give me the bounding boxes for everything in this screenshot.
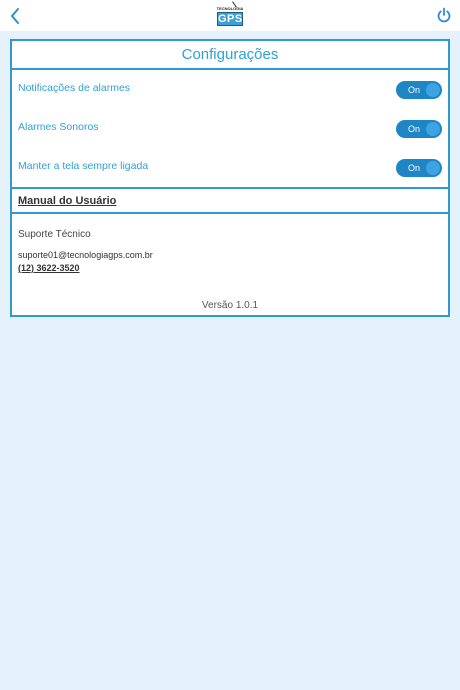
setting-row-keep-screen-on: Manter a tela sempre ligada On (12, 148, 448, 188)
app-logo: TECNOLOGIA GPS (216, 1, 244, 27)
toggle-knob (426, 161, 440, 175)
toggle-knob (426, 122, 440, 136)
setting-row-notifications: Notificações de alarmes On (12, 70, 448, 110)
app-version: Versão 1.0.1 (201, 300, 259, 311)
top-bar: TECNOLOGIA GPS (0, 0, 460, 31)
user-manual-link[interactable]: Manual do Usuário (18, 195, 116, 207)
support-email[interactable]: suporte01@tecnologiagps.com.br (18, 250, 153, 260)
chevron-left-icon (11, 8, 19, 24)
support-phone-link[interactable]: (12) 3622-3520 (18, 263, 80, 273)
back-button[interactable] (7, 6, 25, 26)
setting-label: Alarmes Sonoros (18, 121, 99, 133)
setting-label: Manter a tela sempre ligada (18, 160, 149, 172)
toggle-state-label: On (408, 163, 421, 173)
notifications-toggle[interactable]: On (396, 81, 442, 99)
setting-row-sound-alarms: Alarmes Sonoros On (12, 109, 448, 149)
power-icon (437, 7, 451, 23)
sound-alarms-toggle[interactable]: On (396, 120, 442, 138)
toggle-state-label: On (408, 124, 421, 134)
support-title: Suporte Técnico (18, 229, 91, 240)
logo-main-text: GPS (217, 12, 243, 26)
setting-label: Notificações de alarmes (18, 82, 131, 94)
page-title: Configurações (12, 41, 448, 70)
manual-row: Manual do Usuário (12, 187, 448, 214)
logo-small-text: TECNOLOGIA (216, 6, 244, 11)
toggle-state-label: On (408, 85, 421, 95)
settings-card: Configurações Notificações de alarmes On… (10, 39, 450, 317)
power-button[interactable] (436, 7, 452, 24)
keep-screen-on-toggle[interactable]: On (396, 159, 442, 177)
toggle-knob (426, 83, 440, 97)
